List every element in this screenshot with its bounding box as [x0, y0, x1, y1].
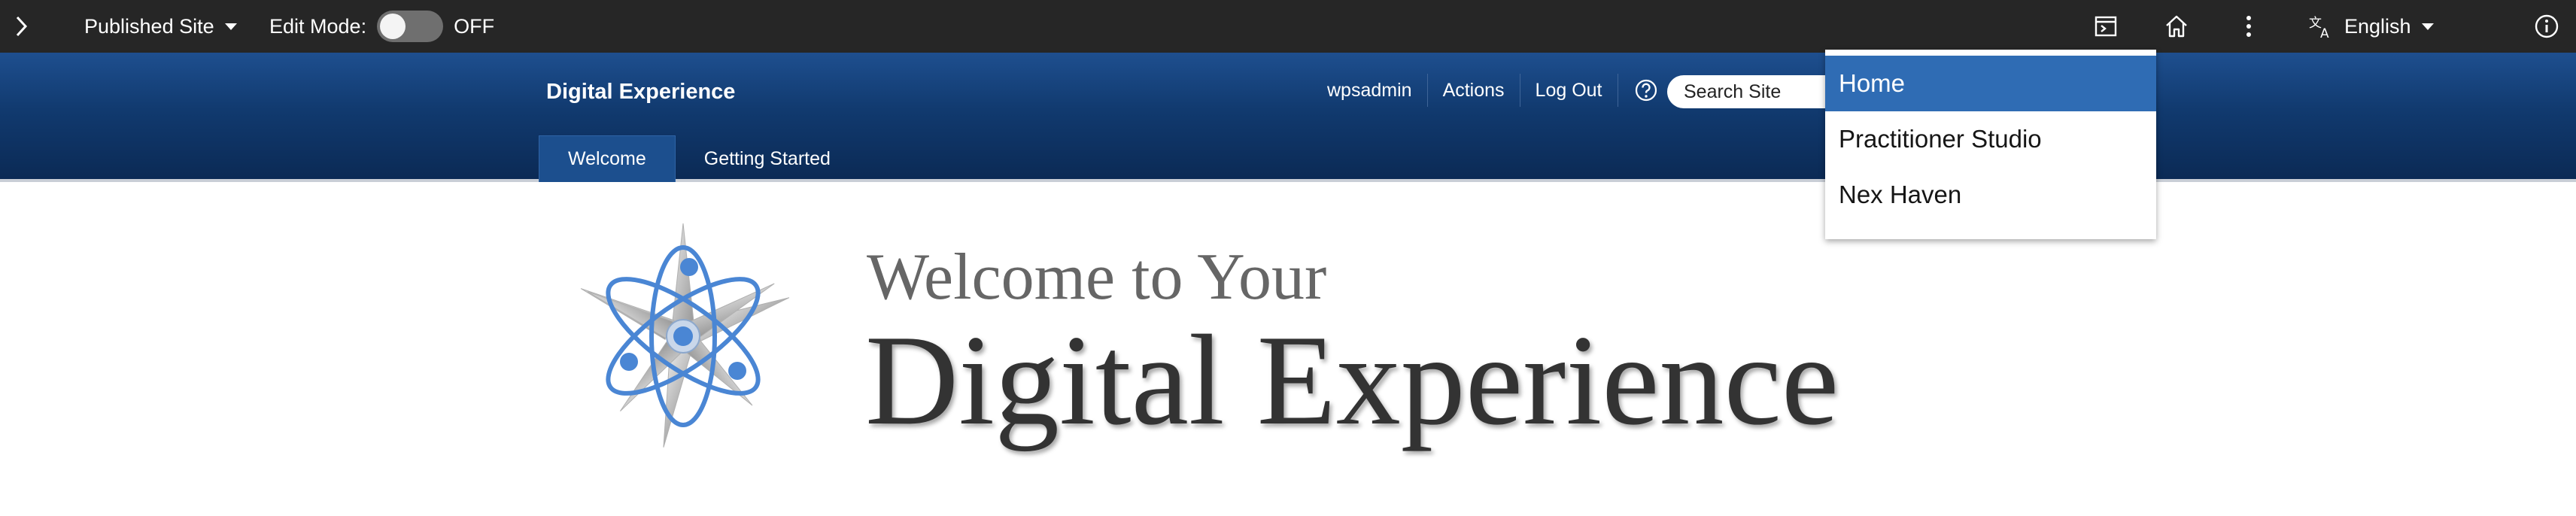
- site-dropdown-menu: Home Practitioner Studio Nex Haven: [1825, 50, 2156, 239]
- home-icon: [2166, 15, 2187, 38]
- info-button[interactable]: [2529, 9, 2564, 44]
- preview-button[interactable]: [2088, 9, 2123, 44]
- svg-text:A: A: [2320, 26, 2329, 39]
- chevron-right-icon: [16, 16, 28, 37]
- tab-label: Welcome: [568, 148, 646, 169]
- hero-title: Digital Experience: [865, 309, 1839, 452]
- portal-header: Digital Experience wpsadmin Actions Log …: [0, 53, 2576, 182]
- edit-mode-label: Edit Mode:: [269, 14, 367, 38]
- caret-down-icon: [224, 23, 237, 30]
- language-label: English: [2344, 14, 2411, 38]
- user-link[interactable]: wpsadmin: [1324, 74, 1428, 107]
- top-toolbar: Published Site Edit Mode: OFF 文 A Englis…: [0, 0, 2576, 53]
- tab-welcome[interactable]: Welcome: [539, 135, 676, 182]
- help-icon: [1635, 79, 1657, 102]
- edit-mode-control: Edit Mode: OFF: [269, 8, 494, 45]
- hero-welcome-line: Welcome to Your: [867, 241, 1327, 314]
- info-icon: [2535, 14, 2559, 38]
- actions-link[interactable]: Actions: [1428, 74, 1520, 107]
- menu-item-label: Practitioner Studio: [1839, 125, 2042, 153]
- header-links: wpsadmin Actions Log Out: [1324, 72, 1659, 108]
- tab-label: Getting Started: [703, 147, 831, 169]
- menu-item-label: Home: [1839, 69, 1906, 97]
- translate-icon: 文 A: [2309, 16, 2329, 39]
- log-out-link[interactable]: Log Out: [1520, 74, 1618, 107]
- site-selector-label: Published Site: [84, 14, 214, 38]
- caret-down-icon: [2421, 23, 2434, 30]
- site-selector-dropdown[interactable]: Published Site: [84, 11, 237, 42]
- overflow-menu-vertical-icon: [2246, 16, 2251, 37]
- more-options-button[interactable]: [2231, 9, 2266, 44]
- portal-brand-title: Digital Experience: [546, 80, 736, 104]
- home-button[interactable]: [2159, 9, 2194, 44]
- terminal-window-icon: [2095, 16, 2117, 37]
- menu-item-label: Nex Haven: [1839, 181, 1962, 208]
- expand-panel-button[interactable]: [5, 9, 39, 44]
- search-input-text: Search Site: [1684, 80, 1782, 102]
- menu-item-home[interactable]: Home: [1825, 56, 2156, 111]
- toggle-knob: [380, 14, 406, 39]
- tab-getting-started[interactable]: Getting Started: [676, 135, 859, 182]
- main-navigation: Welcome Getting Started: [539, 135, 859, 182]
- help-button[interactable]: [1633, 77, 1659, 103]
- edit-mode-toggle[interactable]: [377, 11, 444, 42]
- edit-mode-state: OFF: [454, 14, 495, 38]
- language-selector[interactable]: 文 A English: [2308, 9, 2434, 44]
- menu-item-practitioner-studio[interactable]: Practitioner Studio: [1825, 111, 2156, 167]
- menu-item-nex-haven[interactable]: Nex Haven: [1825, 167, 2156, 223]
- atom-logo-icon: [580, 223, 790, 448]
